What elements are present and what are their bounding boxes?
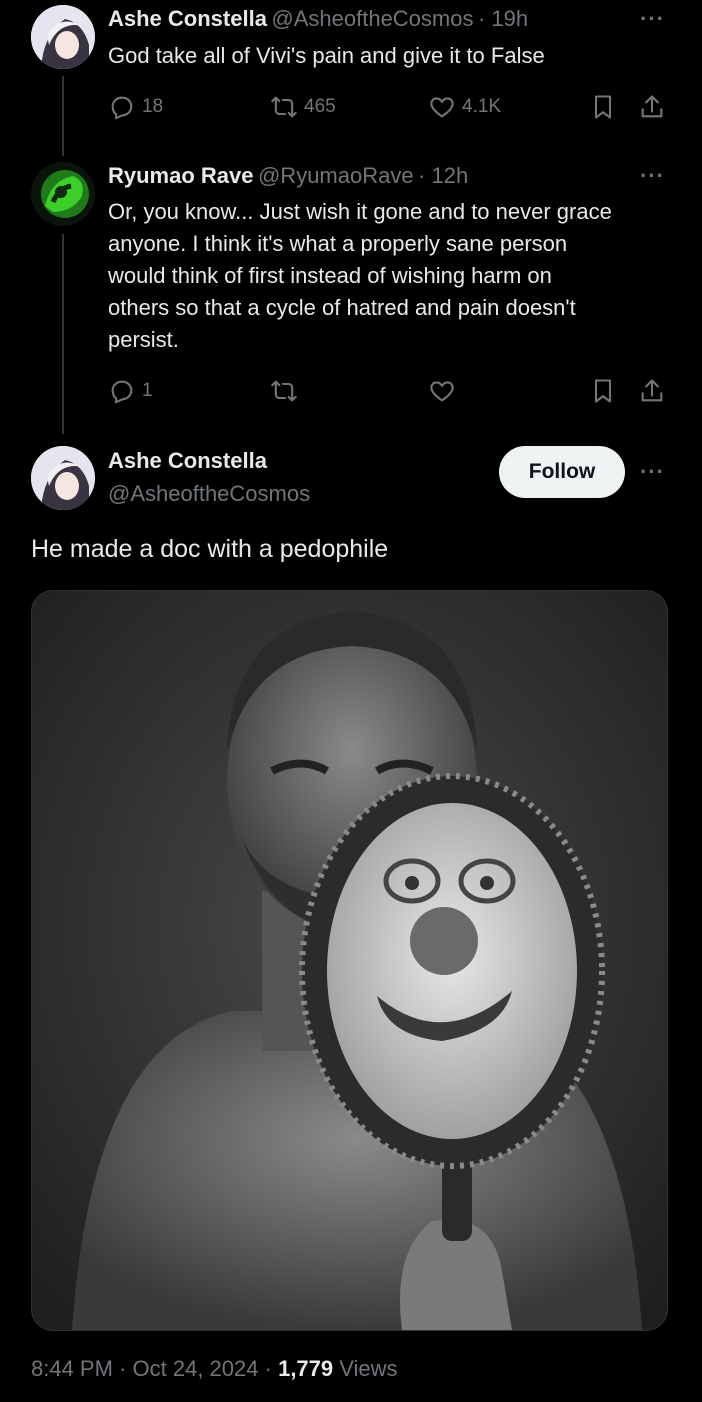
reply-icon	[111, 96, 133, 120]
author-name[interactable]: Ashe Constella	[108, 448, 267, 474]
tweet-text: God take all of Vivi's pain and give it …	[108, 43, 545, 68]
author-handle[interactable]: @AsheoftheCosmos	[271, 6, 473, 31]
tweet-meta: 8:44 PM · Oct 24, 2024 · 1,779 Views	[31, 1356, 398, 1381]
like-button[interactable]	[428, 377, 456, 405]
repost-count: 465	[304, 96, 336, 117]
reply-button[interactable]: 1	[108, 377, 153, 405]
tweet-line: Or, you know... Just wish it gone and to…	[108, 199, 612, 224]
avatar-ashe[interactable]	[31, 5, 95, 69]
thread-line	[62, 234, 64, 434]
author-name[interactable]: Ashe Constella	[108, 6, 267, 31]
bookmark-button[interactable]	[589, 93, 617, 121]
bookmark-icon	[594, 95, 612, 119]
like-count: 4.1K	[462, 96, 502, 117]
author-handle[interactable]: @AsheoftheCosmos	[108, 481, 310, 507]
tweet-date[interactable]: Oct 24, 2024	[133, 1356, 259, 1381]
tweet-time[interactable]: 8:44 PM	[31, 1356, 113, 1381]
meme-image	[32, 591, 667, 1330]
more-icon[interactable]: ···	[640, 459, 665, 485]
heart-icon	[430, 381, 454, 402]
follow-button[interactable]: Follow	[499, 446, 625, 498]
avatar-ashe[interactable]	[31, 446, 95, 510]
tweet-text: Or, you know... Just wish it gone and to…	[108, 196, 688, 356]
bookmark-button[interactable]	[589, 377, 617, 405]
timestamp[interactable]: · 19h	[478, 6, 528, 31]
reply-button[interactable]: 18	[108, 93, 163, 121]
tweet-text: He made a doc with a pedophile	[31, 535, 389, 563]
avatar-ryumao[interactable]	[31, 162, 95, 226]
tweet-image[interactable]	[31, 590, 668, 1331]
repost-button[interactable]	[270, 377, 298, 405]
reply-count: 1	[142, 380, 153, 401]
tweet-line: others so that a cycle of hatred and pai…	[108, 295, 576, 320]
reply2-header: Ryumao Rave @RyumaoRave · 12h	[108, 163, 468, 189]
reply1-header: Ashe Constella @AsheoftheCosmos · 19h	[108, 6, 528, 32]
repost-icon	[271, 380, 297, 402]
views-label: Views	[339, 1356, 398, 1381]
heart-icon	[430, 97, 454, 118]
tweet-line: persist.	[108, 327, 179, 352]
share-icon	[641, 95, 663, 118]
share-button[interactable]	[638, 377, 666, 405]
tweet-line: anyone. I think it's what a properly san…	[108, 231, 568, 256]
like-button[interactable]: 4.1K	[428, 93, 501, 121]
share-icon	[641, 379, 663, 402]
views-count: 1,779	[278, 1356, 334, 1381]
bookmark-icon	[594, 379, 612, 403]
timestamp[interactable]: · 12h	[418, 163, 468, 188]
repost-icon	[271, 96, 297, 118]
tweet-line: would think of first instead of wishing …	[108, 263, 552, 288]
author-name[interactable]: Ryumao Rave	[108, 163, 254, 188]
author-handle[interactable]: @RyumaoRave	[258, 163, 414, 188]
more-icon[interactable]: ···	[640, 6, 665, 32]
reply-count: 18	[142, 96, 164, 117]
reply-icon	[111, 380, 133, 404]
thread-line	[62, 76, 64, 156]
more-icon[interactable]: ···	[640, 163, 665, 189]
share-button[interactable]	[638, 93, 666, 121]
repost-button[interactable]: 465	[270, 93, 336, 121]
